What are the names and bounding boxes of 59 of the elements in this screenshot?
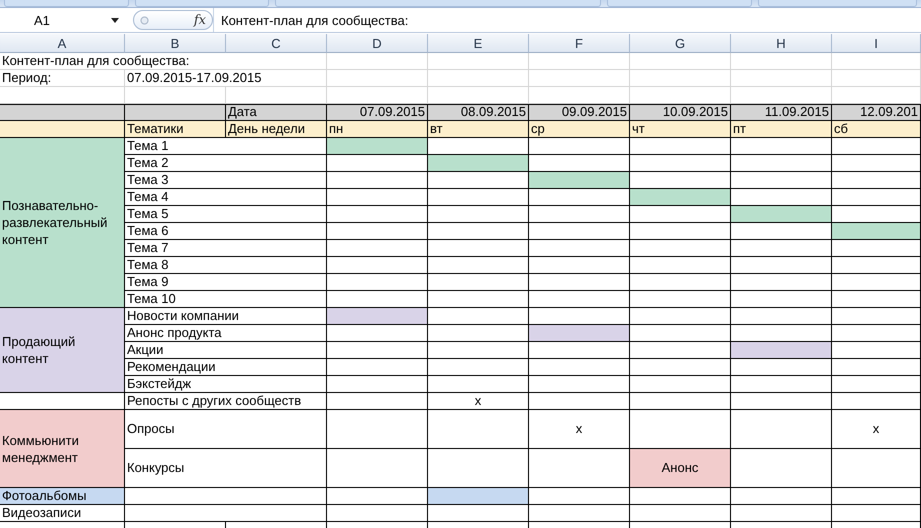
- column-header[interactable]: B: [125, 34, 226, 53]
- function-button[interactable]: fx: [133, 10, 213, 30]
- column-header[interactable]: G: [630, 34, 731, 53]
- period-label: Период:: [0, 70, 125, 87]
- column-header[interactable]: H: [731, 34, 832, 53]
- topic-cell: Тема 8: [125, 257, 327, 274]
- date-cell: 09.09.2015: [529, 104, 630, 121]
- topic-cell: Тема 9: [125, 274, 327, 291]
- formula-field[interactable]: Контент-план для сообщества:: [213, 8, 921, 32]
- topic-cell: Опросы: [125, 410, 327, 449]
- topic-cell: Тема 5: [125, 206, 327, 223]
- table-cell: x: [832, 410, 921, 449]
- date-cell: 08.09.2015: [428, 104, 529, 121]
- weekday-cell: вт: [428, 121, 529, 138]
- topic-cell: Новости компании: [125, 308, 327, 325]
- group-cell: Продающий контент: [0, 308, 125, 393]
- topic-cell: Тема 6: [125, 223, 327, 240]
- table-cell: x: [428, 393, 529, 410]
- weekday-cell: пн: [327, 121, 428, 138]
- circle-icon: [140, 16, 149, 24]
- topic-cell: Акции: [125, 342, 327, 359]
- topic-cell: Тема 7: [125, 240, 327, 257]
- header-cell: Дата: [226, 104, 327, 121]
- column-header[interactable]: F: [529, 34, 630, 53]
- topic-cell: Тема 1: [125, 138, 327, 155]
- period-value: 07.09.2015-17.09.2015: [125, 70, 327, 87]
- column-header[interactable]: D: [327, 34, 428, 53]
- topic-cell: Тема 10: [125, 291, 327, 308]
- date-cell: 11.09.2015: [731, 104, 832, 121]
- weekday-cell: пт: [731, 121, 832, 138]
- column-header[interactable]: I: [832, 34, 921, 53]
- category-cell: Видеозаписи: [0, 505, 125, 522]
- table-cell: x: [529, 410, 630, 449]
- title-cell: Контент-план для сообщества:: [0, 53, 327, 70]
- header-cell: День недели: [226, 121, 327, 138]
- header-cell: Тематики: [125, 121, 226, 138]
- weekday-cell: чт: [630, 121, 731, 138]
- topic-cell: Бэкстейдж: [125, 376, 327, 393]
- category-cell: Фотоальбомы: [0, 488, 125, 505]
- name-box[interactable]: A1: [0, 10, 125, 30]
- date-cell: 10.09.2015: [630, 104, 731, 121]
- topic-cell: Рекомендации: [125, 359, 327, 376]
- caret-icon: [111, 18, 119, 22]
- column-header[interactable]: C: [226, 34, 327, 53]
- table-cell: Анонс: [630, 449, 731, 488]
- topic-cell: Конкурсы: [125, 449, 327, 488]
- column-header[interactable]: A: [0, 34, 125, 53]
- date-cell: 12.09.201: [832, 104, 921, 121]
- column-header[interactable]: E: [428, 34, 529, 53]
- topic-cell: Анонс продукта: [125, 325, 327, 342]
- weekday-cell: ср: [529, 121, 630, 138]
- group-cell: Познавательно-развлекательный контент: [0, 138, 125, 308]
- topic-cell: Тема 2: [125, 155, 327, 172]
- topic-cell: Репосты с других сообществ: [125, 393, 327, 410]
- date-cell: 07.09.2015: [327, 104, 428, 121]
- topic-cell: Тема 4: [125, 189, 327, 206]
- group-cell: Коммьюнити менеджмент: [0, 410, 125, 488]
- weekday-cell: сб: [832, 121, 921, 138]
- topic-cell: Тема 3: [125, 172, 327, 189]
